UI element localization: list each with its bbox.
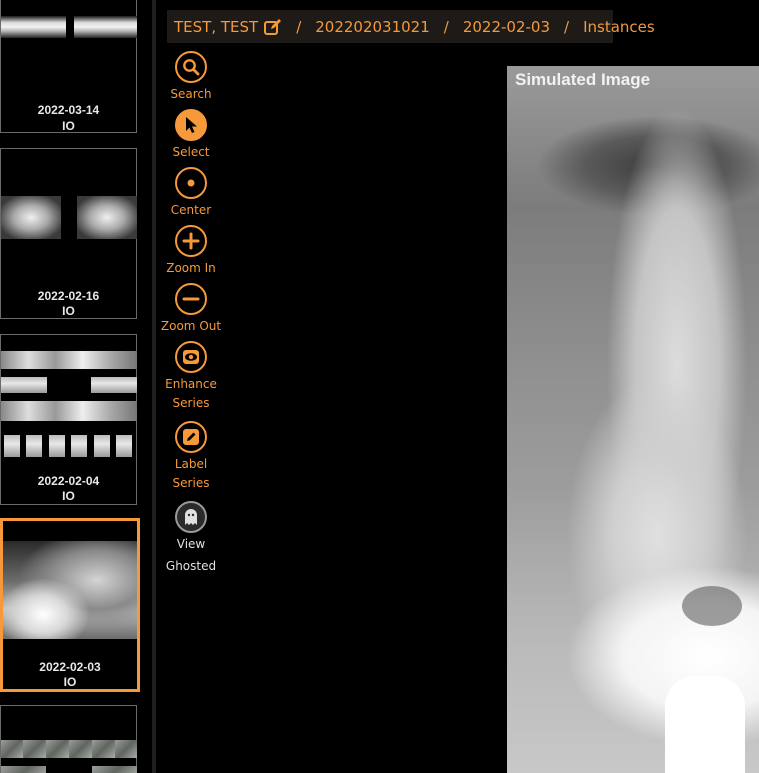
breadcrumb-separator: / bbox=[443, 17, 449, 36]
series-card-2[interactable]: 2022-02-16 IO bbox=[0, 148, 137, 319]
zoom-in-button[interactable]: Zoom In bbox=[160, 225, 222, 279]
series-thumbnail bbox=[1, 196, 61, 239]
series-card-5[interactable] bbox=[0, 705, 137, 773]
search-button[interactable]: Search bbox=[160, 51, 222, 105]
series-thumbnail bbox=[3, 541, 137, 639]
center-button[interactable]: Center bbox=[160, 167, 222, 221]
series-thumbnail bbox=[26, 435, 42, 457]
breadcrumb-date[interactable]: 2022-02-03 bbox=[463, 18, 550, 36]
series-thumbnail bbox=[92, 766, 137, 773]
series-card-3[interactable]: 2022-02-04 IO bbox=[0, 334, 137, 505]
center-dot-icon bbox=[175, 167, 207, 199]
series-thumbnail bbox=[49, 435, 65, 457]
series-thumbnail bbox=[77, 196, 137, 239]
series-thumbnail bbox=[94, 435, 110, 457]
series-thumbnail bbox=[71, 435, 87, 457]
label-series-button[interactable]: Label Series bbox=[160, 421, 222, 494]
enhance-series-button[interactable]: Enhance Series bbox=[160, 341, 222, 414]
minus-icon bbox=[175, 283, 207, 315]
tool-label: Zoom In bbox=[166, 261, 216, 275]
series-thumbnail bbox=[92, 740, 115, 758]
strip-divider bbox=[152, 0, 156, 773]
image-viewer[interactable]: Simulated Image bbox=[507, 66, 759, 773]
series-card-4[interactable]: 2022-02-03 IO bbox=[0, 518, 140, 692]
series-thumbnail bbox=[74, 16, 137, 38]
series-thumbnail bbox=[1, 740, 23, 758]
series-strip: 2022-03-14 IO 2022-02-16 IO 2022-02-04 I… bbox=[0, 0, 146, 773]
series-modality: IO bbox=[63, 675, 77, 689]
series-modality: IO bbox=[62, 304, 75, 318]
breadcrumb-study[interactable]: 202202031021 bbox=[315, 18, 430, 36]
series-thumbnail bbox=[69, 740, 92, 758]
search-icon bbox=[175, 51, 207, 83]
breadcrumb-patient[interactable]: TEST, TEST bbox=[174, 18, 258, 36]
series-date: 2022-03-14 bbox=[37, 103, 100, 117]
series-thumbnail bbox=[91, 377, 137, 393]
cursor-icon bbox=[175, 109, 207, 141]
tool-label-line2: Series bbox=[172, 396, 210, 410]
tool-label-line1: View bbox=[176, 537, 206, 551]
select-button[interactable]: Select bbox=[160, 109, 222, 163]
xray-root-shadow bbox=[682, 586, 742, 626]
view-ghosted-button[interactable]: View Ghosted bbox=[160, 501, 222, 577]
series-thumbnail bbox=[4, 435, 20, 457]
series-thumbnail bbox=[1, 766, 46, 773]
ghost-icon bbox=[175, 501, 207, 533]
breadcrumb-separator: / bbox=[564, 17, 570, 36]
series-modality: IO bbox=[62, 119, 75, 133]
series-thumbnail bbox=[1, 16, 66, 38]
breadcrumb: TEST, TEST / 202202031021 / 2022-02-03 /… bbox=[167, 10, 655, 43]
series-date: 2022-02-04 bbox=[37, 474, 100, 488]
series-card-1[interactable]: 2022-03-14 IO bbox=[0, 0, 137, 133]
tool-label: Zoom Out bbox=[160, 319, 222, 333]
series-thumbnail bbox=[116, 435, 132, 457]
series-thumbnail bbox=[1, 351, 137, 369]
breadcrumb-current: Instances bbox=[583, 17, 655, 36]
tool-label: Select bbox=[172, 145, 210, 159]
simulated-image-label: Simulated Image bbox=[515, 70, 651, 89]
series-thumbnail bbox=[1, 377, 47, 393]
eye-icon bbox=[175, 341, 207, 373]
series-thumbnail bbox=[23, 740, 46, 758]
plus-icon bbox=[175, 225, 207, 257]
tool-label: Search bbox=[170, 87, 212, 101]
series-date: 2022-02-16 bbox=[37, 289, 100, 303]
series-thumbnail bbox=[115, 740, 137, 758]
series-date: 2022-02-03 bbox=[39, 660, 101, 674]
xray-crown-restoration bbox=[665, 676, 745, 773]
series-thumbnail bbox=[46, 740, 69, 758]
series-thumbnail bbox=[1, 401, 137, 421]
breadcrumb-separator: / bbox=[296, 17, 302, 36]
series-modality: IO bbox=[62, 489, 75, 503]
tool-label: Center bbox=[170, 203, 212, 217]
tool-label-line2: Ghosted bbox=[165, 559, 217, 573]
tool-label-line2: Series bbox=[172, 476, 210, 490]
edit-patient-icon[interactable] bbox=[264, 18, 282, 35]
edit-icon bbox=[175, 421, 207, 453]
zoom-out-button[interactable]: Zoom Out bbox=[160, 283, 222, 337]
